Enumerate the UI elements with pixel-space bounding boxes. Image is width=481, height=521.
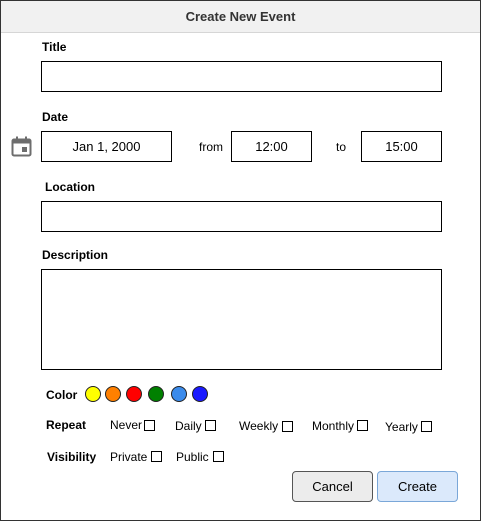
repeat-monthly-label: Monthly bbox=[312, 419, 355, 433]
color-swatch-red[interactable] bbox=[126, 386, 142, 402]
description-textarea[interactable] bbox=[41, 269, 442, 370]
color-swatch-light-blue[interactable] bbox=[171, 386, 187, 402]
end-time-input[interactable] bbox=[361, 131, 442, 162]
calendar-icon[interactable] bbox=[11, 136, 32, 157]
repeat-yearly-label: Yearly bbox=[385, 420, 418, 434]
repeat-label: Repeat bbox=[46, 418, 87, 432]
repeat-weekly-label: Weekly bbox=[239, 419, 279, 433]
color-swatch-green[interactable] bbox=[148, 386, 164, 402]
to-label: to bbox=[336, 140, 347, 154]
title-input[interactable] bbox=[41, 61, 442, 92]
visibility-private-label: Private bbox=[110, 450, 148, 464]
cancel-button[interactable]: Cancel bbox=[292, 471, 373, 502]
create-event-dialog: Create New Event Title Date from to Loca… bbox=[0, 0, 481, 521]
date-input[interactable] bbox=[41, 131, 172, 162]
repeat-never-checkbox[interactable] bbox=[144, 420, 155, 431]
repeat-daily-checkbox[interactable] bbox=[205, 420, 216, 431]
repeat-yearly-checkbox[interactable] bbox=[421, 421, 432, 432]
color-swatch-blue[interactable] bbox=[192, 386, 208, 402]
visibility-public-label: Public bbox=[176, 450, 209, 464]
repeat-monthly-checkbox[interactable] bbox=[357, 420, 368, 431]
location-input[interactable] bbox=[41, 201, 442, 232]
repeat-weekly-checkbox[interactable] bbox=[282, 421, 293, 432]
dialog-title: Create New Event bbox=[1, 1, 480, 33]
visibility-public-checkbox[interactable] bbox=[213, 451, 224, 462]
title-label: Title bbox=[42, 40, 67, 54]
repeat-daily-label: Daily bbox=[175, 419, 202, 433]
repeat-never-label: Never bbox=[110, 418, 143, 432]
color-swatch-yellow[interactable] bbox=[85, 386, 101, 402]
location-label: Location bbox=[45, 180, 95, 194]
from-label: from bbox=[199, 140, 223, 154]
date-label: Date bbox=[42, 110, 69, 124]
color-swatch-orange[interactable] bbox=[105, 386, 121, 402]
visibility-private-checkbox[interactable] bbox=[151, 451, 162, 462]
color-label: Color bbox=[46, 388, 78, 402]
start-time-input[interactable] bbox=[231, 131, 312, 162]
description-label: Description bbox=[42, 248, 109, 262]
visibility-label: Visibility bbox=[47, 450, 97, 464]
create-button[interactable]: Create bbox=[377, 471, 458, 502]
